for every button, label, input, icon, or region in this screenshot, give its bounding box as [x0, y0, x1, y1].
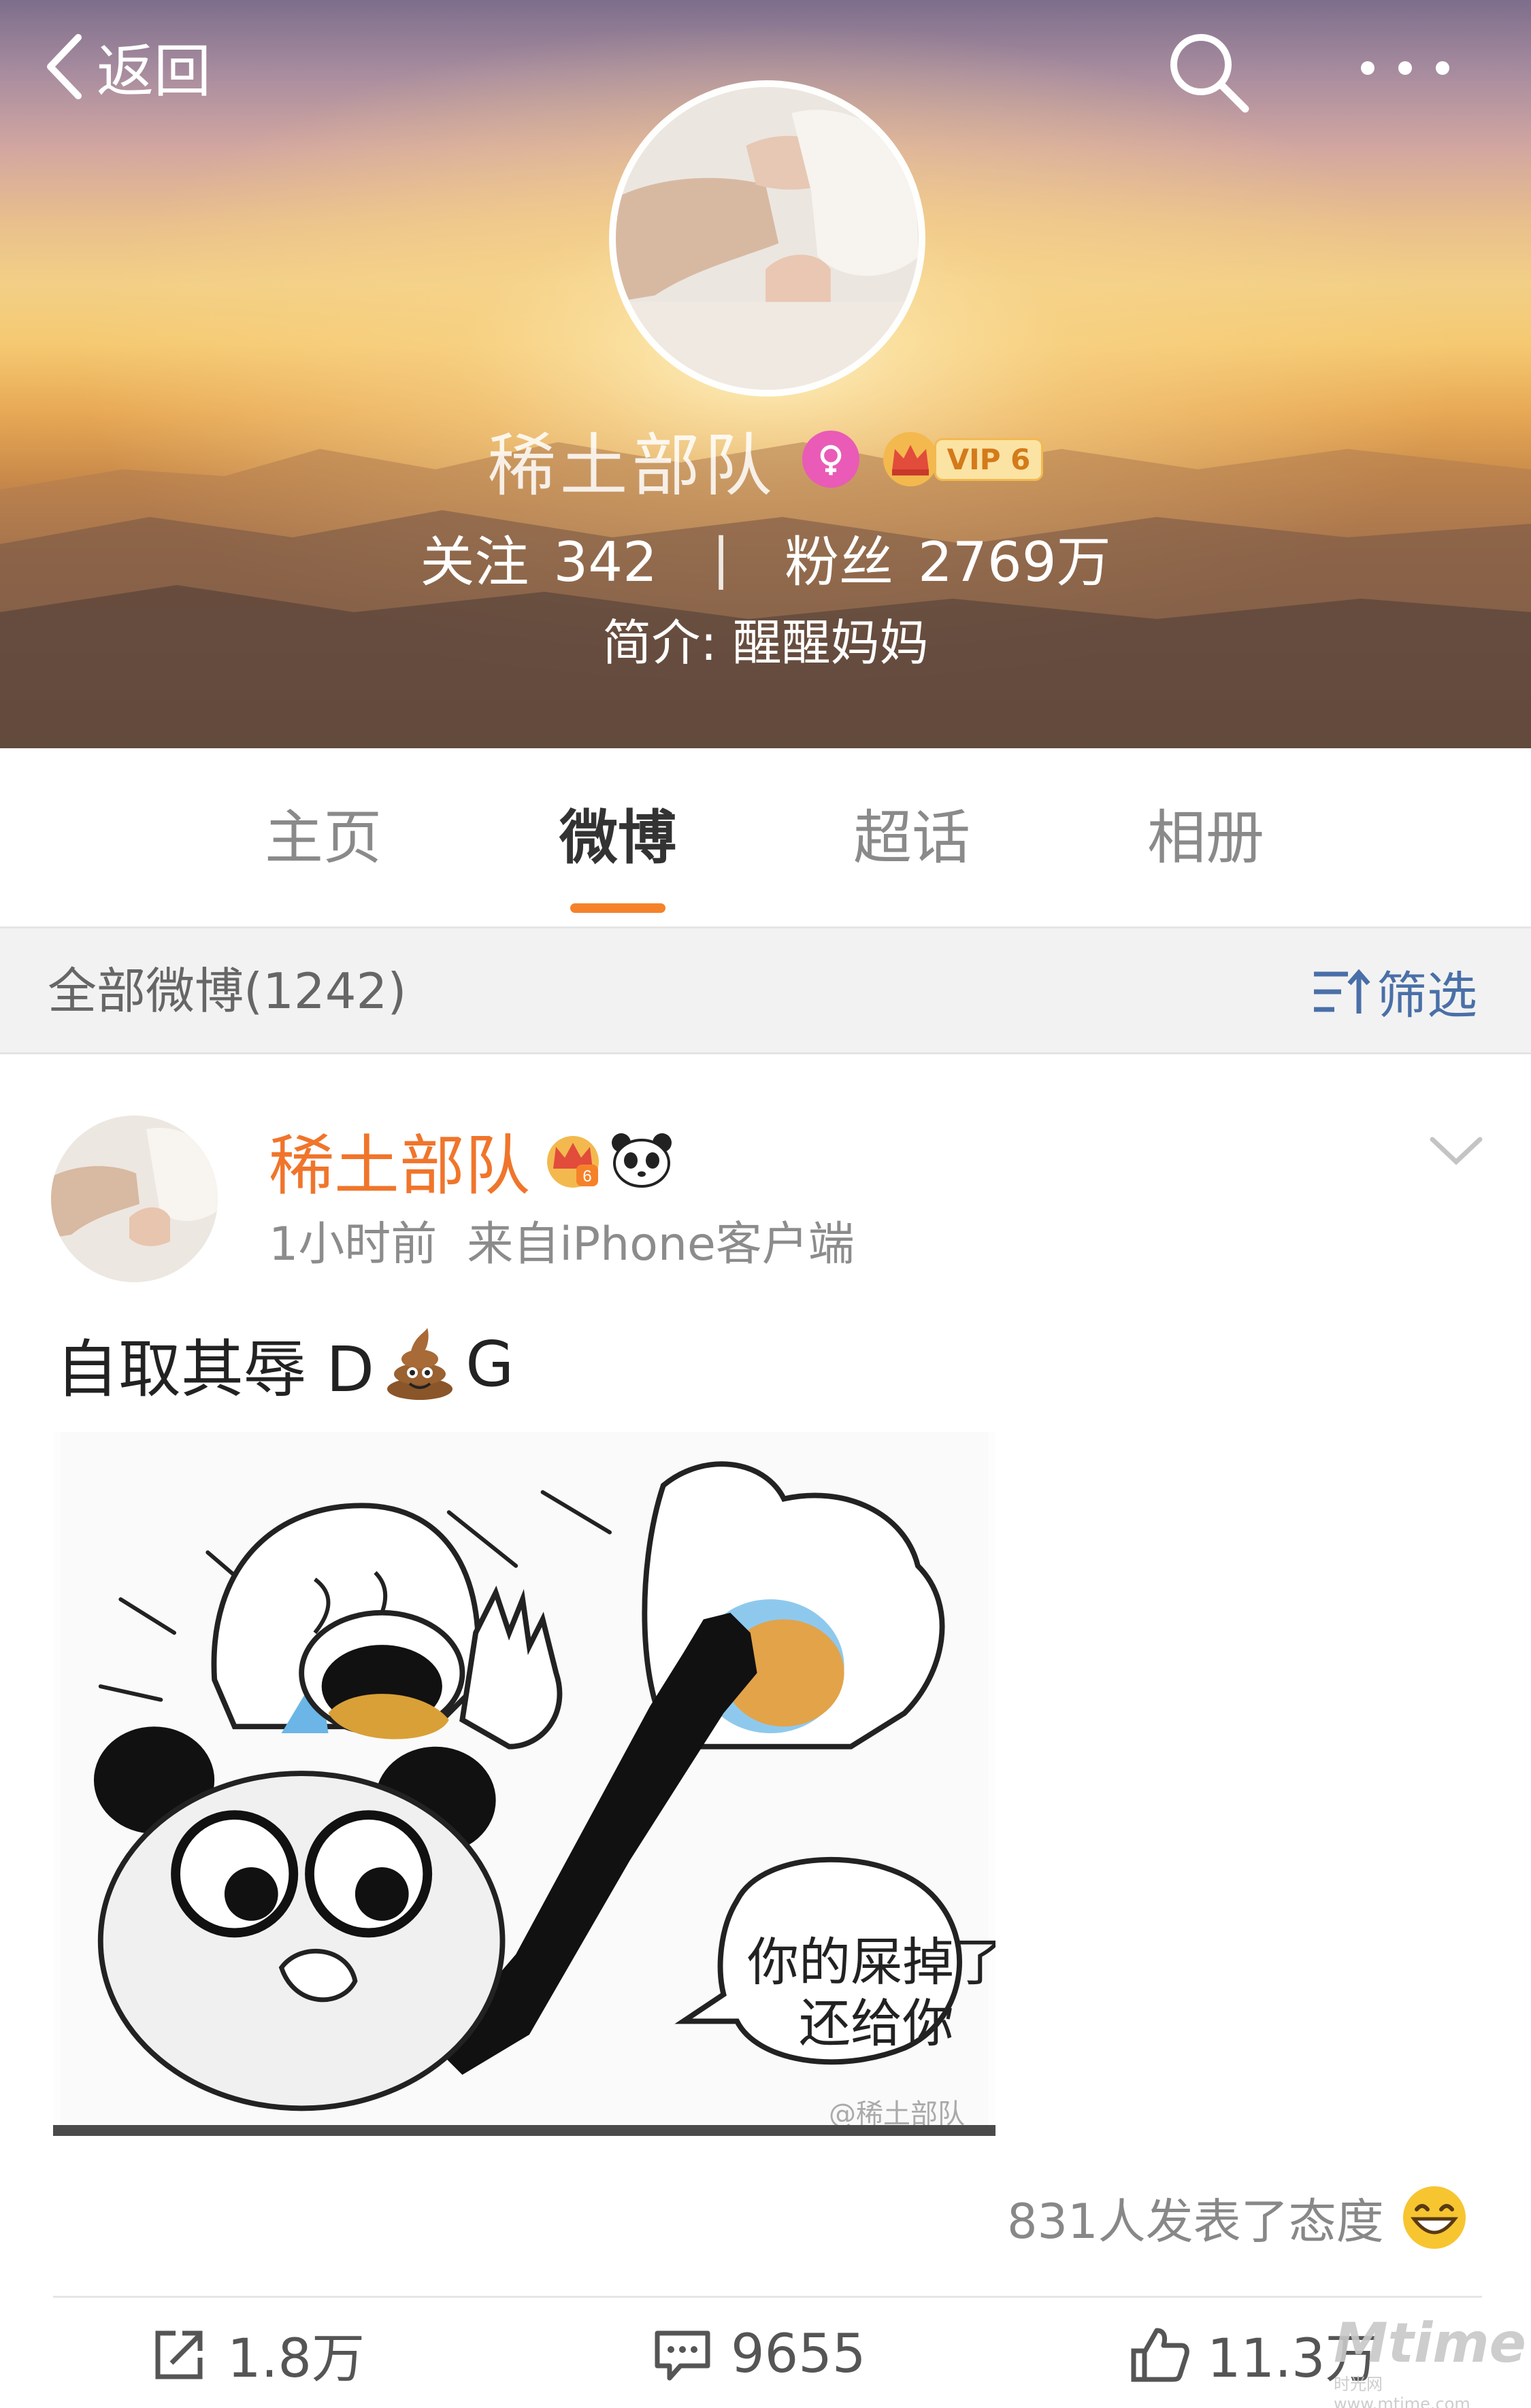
stats-separator: |: [712, 526, 731, 590]
vip-crown-icon[interactable]: 6: [542, 1129, 604, 1190]
reactions-summary[interactable]: 831人发表了态度: [1007, 2173, 1468, 2262]
grin-emoji-icon: [1402, 2186, 1466, 2249]
comment-button[interactable]: 9655: [652, 2298, 866, 2408]
post-image[interactable]: 你的屎掉了 还给你 @稀土部队: [53, 1432, 995, 2136]
post-text: 自取其辱 D G: [56, 1316, 514, 1411]
following-count: 342: [553, 531, 658, 594]
following-label: 关注: [420, 531, 529, 594]
chevron-down-icon[interactable]: [1422, 1116, 1490, 1184]
chevron-left-icon: [47, 34, 82, 99]
repost-button[interactable]: 1.8万: [148, 2298, 365, 2408]
tab-weibo[interactable]: 微博: [516, 748, 720, 929]
poop-emoji-icon: [387, 1328, 453, 1400]
filter-bar: 全部微博(1242) 筛选: [0, 929, 1531, 1054]
meme-caption: 你的屎掉了 还给你: [747, 1932, 995, 2054]
filter-button[interactable]: 筛选: [1310, 929, 1477, 1054]
post-action-bar: 1.8万 9655 11.3万: [53, 2296, 1482, 2408]
meme-caption-line1: 你的屎掉了: [747, 1932, 995, 1992]
profile-name: 稀土部队: [487, 425, 776, 505]
meme-caption-line2: 还给你: [799, 1993, 954, 2054]
post-author-row: 稀土部队 6: [269, 1109, 674, 1211]
female-gender-icon: [802, 431, 859, 488]
repost-icon: [155, 2330, 203, 2379]
post-count-summary: 全部微博(1242): [48, 963, 407, 1020]
watermark-url: www.mtime.com: [1334, 2394, 1470, 2408]
panda-icon[interactable]: [609, 1129, 674, 1190]
tab-album[interactable]: 相册: [1104, 748, 1308, 929]
following-stat[interactable]: 关注 342: [420, 518, 657, 597]
watermark-brand: Mtime: [1334, 2311, 1526, 2375]
thumbs-up-icon: [1131, 2328, 1189, 2381]
tab-super-topic[interactable]: 超话: [810, 748, 1014, 929]
svg-text:6: 6: [582, 1167, 591, 1186]
post-time: 1小时前: [269, 1218, 438, 1271]
back-button[interactable]: 返回: [41, 26, 211, 107]
reactions-text: 831人发表了态度: [1007, 2193, 1384, 2250]
filter-label: 筛选: [1377, 967, 1477, 1025]
avatar-image: [616, 87, 919, 390]
post-meta: 1小时前 来自iPhone客户端: [269, 1207, 855, 1282]
profile-avatar[interactable]: [609, 80, 925, 397]
followers-count: 2769万: [918, 531, 1111, 594]
post-source: 来自iPhone客户端: [467, 1218, 855, 1271]
vip-label: VIP 6: [934, 437, 1044, 481]
post-author-name[interactable]: 稀土部队: [269, 1113, 530, 1207]
crown-icon: [883, 432, 938, 486]
profile-intro: 简介: 醒醒妈妈: [602, 614, 929, 671]
post-text-part1: 自取其辱 D: [56, 1333, 375, 1406]
tab-home[interactable]: 主页: [221, 748, 425, 929]
more-dots-icon[interactable]: [1354, 27, 1456, 109]
profile-stats: 关注 342 | 粉丝 2769万: [0, 517, 1531, 599]
repost-count: 1.8万: [227, 2328, 365, 2390]
vip-badge[interactable]: VIP 6: [880, 429, 1044, 490]
post-text-part2: G: [465, 1327, 514, 1401]
active-tab-indicator: [570, 903, 665, 913]
comment-count: 9655: [731, 2323, 866, 2385]
profile-name-row: 稀土部队 VIP 6: [0, 408, 1531, 510]
comment-icon: [655, 2330, 710, 2380]
avatar-image: [51, 1116, 218, 1282]
search-icon[interactable]: [1164, 27, 1252, 116]
site-watermark: Mtime 时光网 www.mtime.com: [1334, 2311, 1526, 2408]
post-author-avatar[interactable]: [51, 1116, 218, 1282]
followers-label: 粉丝: [785, 531, 894, 594]
profile-tabs: 主页 微博 超话 相册: [0, 748, 1531, 929]
profile-cover: 返回 稀土部队 VIP 6 关注 342 | 粉丝 2769万 简介: 醒醒妈妈: [0, 0, 1531, 748]
image-watermark: @稀土部队: [829, 2098, 965, 2130]
filter-icon: [1314, 969, 1370, 1014]
followers-stat[interactable]: 粉丝 2769万: [785, 518, 1111, 597]
back-label: 返回: [97, 37, 212, 105]
